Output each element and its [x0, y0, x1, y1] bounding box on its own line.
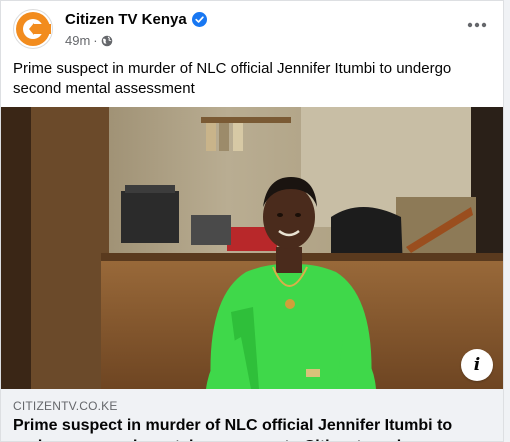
- link-preview[interactable]: CITIZENTV.CO.KE Prime suspect in murder …: [1, 389, 503, 441]
- page-avatar[interactable]: [13, 9, 53, 49]
- citizen-logo-icon: [16, 12, 51, 46]
- info-button[interactable]: i: [461, 349, 493, 381]
- info-icon: i: [473, 355, 481, 375]
- post-header: Citizen TV Kenya 49m ·: [13, 9, 491, 51]
- page-name-row: Citizen TV Kenya: [65, 11, 207, 28]
- more-dots-icon: [467, 22, 487, 28]
- link-domain: CITIZENTV.CO.KE: [13, 399, 118, 413]
- post-meta: 49m ·: [65, 33, 113, 48]
- post-text: Prime suspect in murder of NLC official …: [13, 60, 452, 97]
- verified-badge-icon: [191, 12, 207, 27]
- meta-separator: ·: [93, 33, 98, 48]
- post-card: Citizen TV Kenya 49m · Prime suspect in …: [0, 0, 504, 442]
- link-title[interactable]: Prime suspect in murder of NLC official …: [13, 415, 493, 441]
- globe-icon[interactable]: [101, 35, 113, 47]
- woman-at-desk-photo: [1, 107, 503, 389]
- post-image[interactable]: i: [1, 107, 503, 389]
- post-time[interactable]: 49m: [65, 33, 90, 48]
- page-name[interactable]: Citizen TV Kenya: [65, 11, 187, 28]
- more-options-button[interactable]: [463, 15, 491, 35]
